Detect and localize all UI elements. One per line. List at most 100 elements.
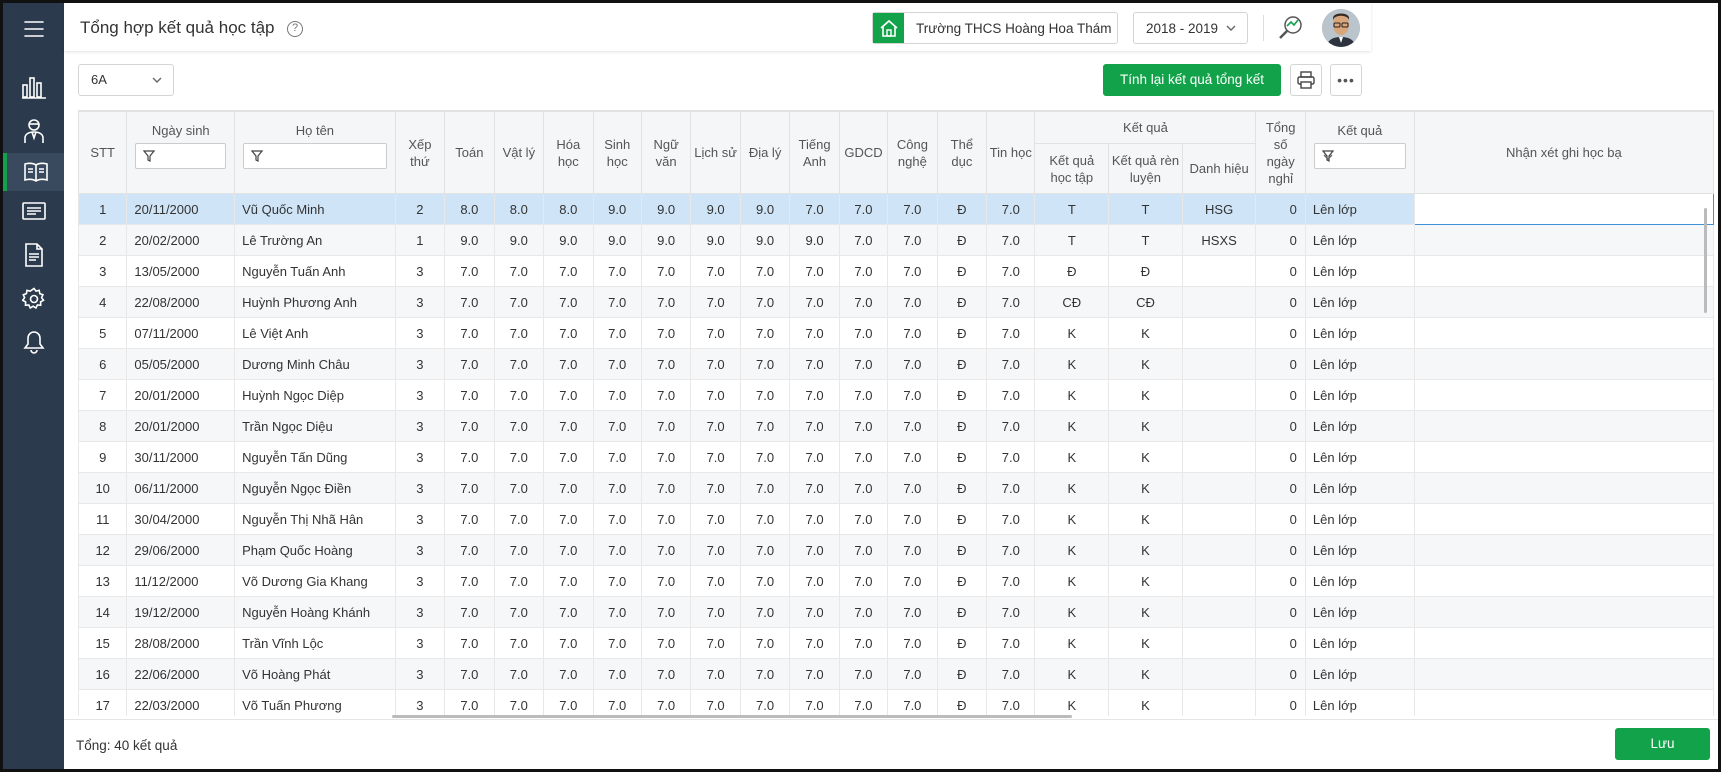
cell-the-duc: Đ [936,472,988,504]
cell-nhan-xet[interactable] [1413,255,1714,287]
table-row[interactable]: 8 20/01/2000 Trần Ngọc Diệu 3 7.0 7.0 7.0 7.0 7.… [78,410,1714,442]
cell-tong-so-ngay-nghi: 0 [1255,286,1306,318]
cell-xep-thu: 3 [394,379,446,411]
cell-danh-hieu [1181,472,1257,504]
table-row[interactable]: 2 20/02/2000 Lê Trường An 1 9.0 9.0 9.0 9.0 9.0 9… [78,224,1714,256]
filter-ngay-sinh[interactable] [135,143,227,169]
cell-nhan-xet[interactable] [1413,565,1714,597]
cell-nhan-xet[interactable] [1413,503,1714,535]
cell-nhan-xet[interactable] [1413,379,1714,411]
table-row[interactable]: 5 07/11/2000 Lê Việt Anh 3 7.0 7.0 7.0 7.0 7.0 7.… [78,317,1714,349]
cell-nhan-xet[interactable] [1413,441,1714,473]
cell-dia-ly: 7.0 [739,441,791,473]
cell-nhan-xet[interactable] [1413,224,1714,256]
cell-ngay-sinh: 30/11/2000 [126,441,236,473]
table-row[interactable]: 6 05/05/2000 Dương Minh Châu 3 7.0 7.0 7.0 7.0 7… [78,348,1714,380]
cell-ngay-sinh: 30/04/2000 [126,503,236,535]
header-kq-ren-luyen: Kết quả rèn luyện [1108,143,1183,194]
vertical-scrollbar[interactable] [1704,208,1707,313]
header-ho-ten-label: Họ tên [295,123,335,138]
horizontal-scrollbar[interactable] [392,715,1072,718]
id-card-icon[interactable] [3,189,64,233]
school-selector[interactable]: Trường THCS Hoàng Hoa Thám [872,12,1118,44]
cell-cong-nghe: 7.0 [887,503,938,535]
table-row[interactable]: 4 22/08/2000 Huỳnh Phương Anh 3 7.0 7.0 7.0 7.0… [78,286,1714,318]
class-select[interactable]: 6A [78,64,174,96]
cell-tong-so-ngay-nghi: 0 [1255,689,1306,716]
cell-xep-thu: 3 [394,658,446,690]
cell-toan: 7.0 [444,441,495,473]
gear-icon[interactable] [3,277,64,321]
cell-tin-hoc: 7.0 [986,627,1036,659]
cell-sinh-hoc: 7.0 [592,255,642,287]
cell-ngay-sinh: 29/06/2000 [126,534,236,566]
header-ngay-sinh-label: Ngày sinh [151,123,210,138]
cell-nhan-xet[interactable] [1413,348,1714,380]
cell-kq-ren-luyen: Đ [1108,255,1183,287]
cell-nhan-xet[interactable] [1413,193,1714,225]
cell-nhan-xet[interactable] [1413,627,1714,659]
table-row[interactable]: 3 13/05/2000 Nguyễn Tuấn Anh 3 7.0 7.0 7.0 7.0 7… [78,255,1714,287]
table-row[interactable]: 17 22/03/2000 Võ Tuấn Phương 3 7.0 7.0 7.0 7.0 7… [78,689,1714,716]
cell-tieng-anh: 7.0 [789,255,840,287]
cell-nhan-xet[interactable] [1413,472,1714,504]
recalculate-button[interactable]: Tính lại kết quả tổng kết [1103,64,1281,96]
document-icon[interactable] [3,233,64,277]
cell-tieng-anh: 7.0 [789,286,840,318]
cell-ngay-sinh: 05/05/2000 [126,348,236,380]
help-icon[interactable]: ? [287,21,303,37]
table-row[interactable]: 12 29/06/2000 Phạm Quốc Hoàng 3 7.0 7.0 7.0 7.0… [78,534,1714,566]
save-button[interactable]: Lưu [1615,728,1710,760]
cell-kq-ren-luyen: CĐ [1108,286,1183,318]
menu-icon[interactable] [3,7,64,51]
cell-ngay-sinh: 20/02/2000 [126,224,236,256]
cell-nhan-xet[interactable] [1413,410,1714,442]
cell-dia-ly: 7.0 [739,472,791,504]
cell-nhan-xet[interactable] [1413,596,1714,628]
more-options-button[interactable]: ••• [1330,64,1362,96]
book-icon[interactable] [3,153,64,191]
table-row[interactable]: 7 20/01/2000 Huỳnh Ngọc Diệp 3 7.0 7.0 7.0 7.0 7… [78,379,1714,411]
cell-nhan-xet[interactable] [1413,658,1714,690]
bar-chart-icon[interactable] [3,65,64,109]
filter-ket-qua[interactable] [1313,143,1406,169]
filter-icon [251,150,264,162]
cell-kq-hoc-tap: K [1034,472,1110,504]
cell-sinh-hoc: 7.0 [592,348,642,380]
filter-ho-ten[interactable] [243,143,387,169]
cell-cong-nghe: 7.0 [887,255,938,287]
cell-ket-qua: Lên lớp [1304,379,1415,411]
cell-gdcd: 7.0 [838,503,889,535]
cell-toan: 7.0 [444,379,495,411]
cell-danh-hieu [1181,689,1257,716]
cell-nhan-xet[interactable] [1413,317,1714,349]
teacher-icon[interactable] [3,109,64,153]
table-row[interactable]: 14 19/12/2000 Nguyễn Hoàng Khánh 3 7.0 7.0 7.0… [78,596,1714,628]
cell-danh-hieu [1181,379,1257,411]
cell-cong-nghe: 7.0 [887,596,938,628]
cell-nhan-xet[interactable] [1413,689,1714,716]
print-button[interactable] [1290,64,1322,96]
bell-icon[interactable] [3,320,64,364]
cell-sinh-hoc: 7.0 [592,410,642,442]
trend-search-icon[interactable] [1278,14,1304,43]
avatar[interactable] [1322,9,1360,47]
cell-ngay-sinh: 20/01/2000 [126,379,236,411]
table-row[interactable]: 15 28/08/2000 Trần Vĩnh Lộc 3 7.0 7.0 7.0 7.0 7.… [78,627,1714,659]
cell-stt: 8 [78,410,128,442]
cell-sinh-hoc: 7.0 [592,658,642,690]
year-selector[interactable]: 2018 - 2019 [1133,12,1248,44]
table-row[interactable]: 11 30/04/2000 Nguyễn Thị Nhã Hân 3 7.0 7.0 7.0… [78,503,1714,535]
table-row[interactable]: 1 20/11/2000 Vũ Quốc Minh 2 8.0 8.0 8.0 9.0 9.0 9… [78,193,1714,225]
cell-nhan-xet[interactable] [1413,534,1714,566]
table-row[interactable]: 13 11/12/2000 Võ Dương Gia Khang 3 7.0 7.0 7.0… [78,565,1714,597]
cell-xep-thu: 3 [394,317,446,349]
cell-ket-qua: Lên lớp [1304,441,1415,473]
table-row[interactable]: 16 22/06/2000 Võ Hoàng Phát 3 7.0 7.0 7.0 7.0 7.… [78,658,1714,690]
cell-kq-hoc-tap: K [1034,503,1110,535]
table-row[interactable]: 9 30/11/2000 Nguyễn Tấn Dũng 3 7.0 7.0 7.0 7.0 7… [78,441,1714,473]
cell-nhan-xet[interactable] [1413,286,1714,318]
cell-gdcd: 7.0 [838,534,889,566]
cell-stt: 9 [78,441,128,473]
table-row[interactable]: 10 06/11/2000 Nguyễn Ngọc Điền 3 7.0 7.0 7.0 7.… [78,472,1714,504]
